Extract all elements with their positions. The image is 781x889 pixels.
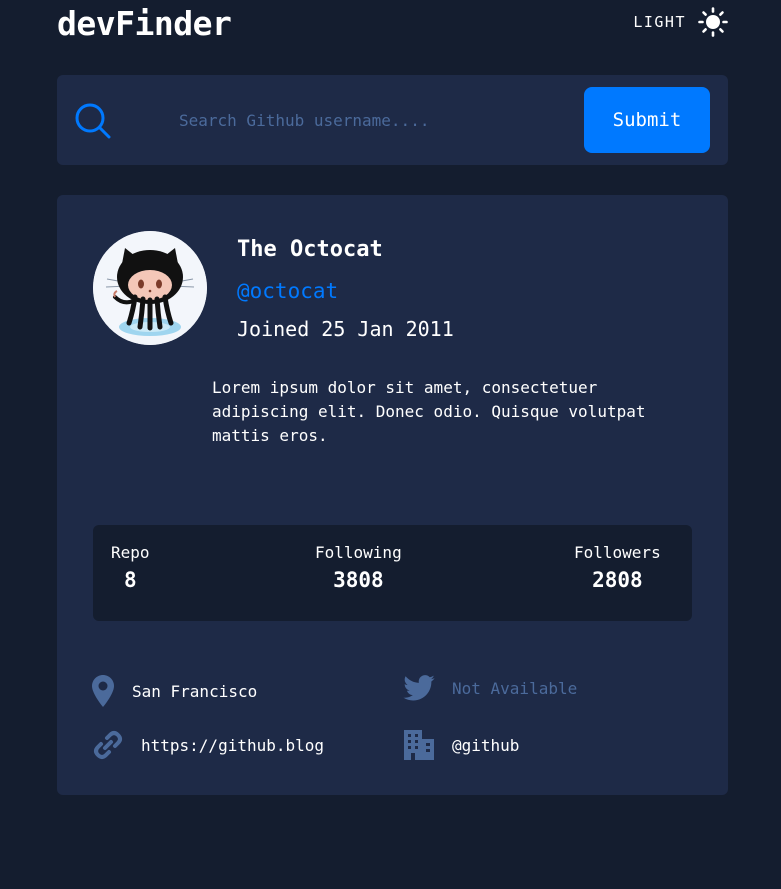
- profile-login-link[interactable]: @octocat: [237, 279, 338, 303]
- profile-bio: Lorem ipsum dolor sit amet, consectetuer…: [212, 378, 646, 445]
- twitter-icon: [403, 675, 435, 701]
- stats-panel: Repo 8 Following 3808 Followers 2808: [93, 525, 692, 621]
- blog-row: https://github.blog: [92, 729, 324, 761]
- search-icon: [74, 102, 112, 144]
- sun-icon: [698, 7, 728, 37]
- stat-following-value: 3808: [333, 568, 384, 592]
- avatar: [93, 231, 207, 345]
- profile-joined-date: Joined 25 Jan 2011: [237, 317, 454, 341]
- stat-repo: Repo 8: [111, 543, 150, 592]
- location-row: San Francisco: [92, 675, 257, 707]
- search-bar: Submit: [57, 75, 728, 165]
- location-pin-icon: [92, 675, 114, 707]
- stat-followers: Followers 2808: [574, 543, 661, 592]
- stat-following-label: Following: [315, 543, 402, 562]
- theme-toggle-label: LIGHT: [633, 13, 686, 31]
- theme-toggle-button[interactable]: LIGHT: [633, 7, 728, 37]
- submit-button[interactable]: Submit: [584, 87, 710, 153]
- app: devFinder LIGHT Search Github username..…: [0, 0, 781, 889]
- building-icon: [403, 729, 435, 761]
- search-input[interactable]: [179, 103, 619, 137]
- header: devFinder LIGHT: [57, 0, 728, 44]
- twitter-row: Not Available: [403, 675, 577, 701]
- company-text[interactable]: @github: [452, 736, 519, 755]
- link-icon: [92, 729, 124, 761]
- app-logo: devFinder: [57, 3, 232, 43]
- profile-name: The Octocat: [237, 237, 383, 262]
- company-row: @github: [403, 729, 519, 761]
- stat-repo-label: Repo: [111, 543, 150, 562]
- stat-followers-label: Followers: [574, 543, 661, 562]
- location-text: San Francisco: [132, 681, 258, 701]
- blog-link[interactable]: https://github.blog: [141, 736, 324, 755]
- stat-followers-value: 2808: [592, 568, 643, 592]
- stat-following: Following 3808: [315, 543, 402, 592]
- profile-card: The Octocat @octocat Joined 25 Jan 2011 …: [57, 195, 728, 795]
- stat-repo-value: 8: [123, 568, 137, 592]
- twitter-text: Not Available: [452, 678, 578, 698]
